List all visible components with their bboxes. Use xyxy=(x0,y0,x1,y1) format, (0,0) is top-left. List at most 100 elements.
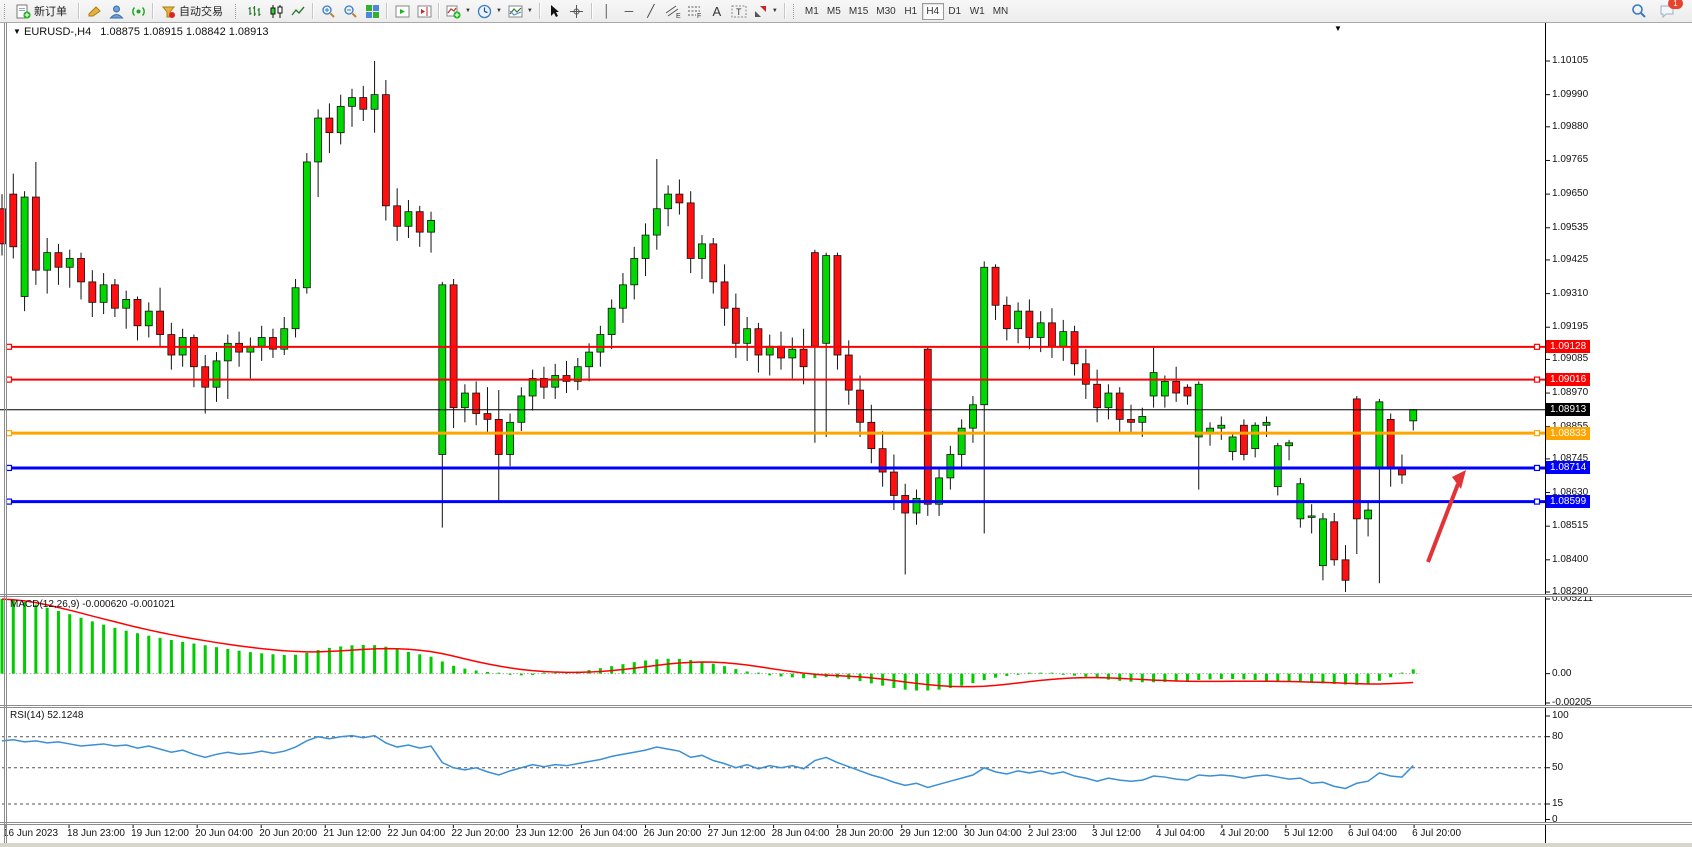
equidistant-channel-button[interactable]: E xyxy=(662,1,684,21)
timeframe-h1[interactable]: H1 xyxy=(900,3,922,20)
chart-shift-button[interactable] xyxy=(413,1,435,21)
styler-button[interactable] xyxy=(83,1,105,21)
text-button[interactable]: A xyxy=(706,1,728,21)
timeframe-mn[interactable]: MN xyxy=(989,3,1013,20)
timeframe-d1[interactable]: D1 xyxy=(944,3,966,20)
level-price-badge: 1.08599 xyxy=(1546,495,1590,508)
time-tick-label: 28 Jun 04:00 xyxy=(772,828,830,839)
pane-splitter-timeaxis[interactable] xyxy=(0,822,1692,825)
timeframe-m1[interactable]: M1 xyxy=(801,3,823,20)
auto-scroll-button[interactable] xyxy=(391,1,413,21)
candle-body xyxy=(665,194,672,209)
toolbar-grip[interactable] xyxy=(235,4,240,19)
line-chart-button[interactable] xyxy=(287,1,309,21)
chart-canvas[interactable] xyxy=(0,0,1692,847)
text-label-icon: T xyxy=(731,4,747,19)
candle-body xyxy=(1229,437,1236,452)
candle-body xyxy=(10,194,17,247)
macd-tick-label: 0.00 xyxy=(1552,668,1571,679)
auto-scroll-icon xyxy=(395,4,410,19)
pane-splitter-macd[interactable] xyxy=(0,594,1692,597)
candle-body xyxy=(55,253,62,268)
chart-window[interactable]: ▼ EURUSD-,H4 1.08875 1.08915 1.08842 1.0… xyxy=(0,0,1692,847)
timeframe-h4[interactable]: H4 xyxy=(922,3,944,20)
svg-text:E: E xyxy=(676,13,681,19)
price-tick-label: 1.09425 xyxy=(1552,254,1588,265)
price-tick-label: 1.09310 xyxy=(1552,288,1588,299)
candle-body xyxy=(484,414,491,420)
pane-splitter-rsi[interactable] xyxy=(0,705,1692,708)
community-button[interactable] xyxy=(105,1,127,21)
candle-body xyxy=(676,194,683,203)
candle-body xyxy=(845,355,852,390)
candle-body xyxy=(642,235,649,258)
autotrading-button[interactable]: 自动交易 xyxy=(157,1,231,21)
candle-body xyxy=(157,311,164,334)
timeframe-w1[interactable]: W1 xyxy=(966,3,989,20)
notifications-button[interactable]: 1 xyxy=(1656,1,1678,21)
vertical-line-button[interactable]: │ xyxy=(596,1,618,21)
toolbar-separator xyxy=(152,3,154,19)
candle-body xyxy=(168,335,175,355)
price-tick-label: 1.09535 xyxy=(1552,222,1588,233)
line-handle[interactable] xyxy=(1535,465,1540,470)
zoom-in-button[interactable] xyxy=(317,1,339,21)
candle-body xyxy=(461,393,468,408)
line-handle[interactable] xyxy=(1535,431,1540,436)
rsi-tick-label: 50 xyxy=(1552,762,1563,773)
candle-body xyxy=(1060,332,1067,347)
line-handle[interactable] xyxy=(7,499,12,504)
crosshair-button[interactable] xyxy=(566,1,588,21)
arrow-annotation[interactable] xyxy=(1428,484,1458,562)
periods-button[interactable]: ▼ xyxy=(474,1,505,21)
line-handle[interactable] xyxy=(7,377,12,382)
candle-body xyxy=(21,197,28,296)
macd-signal-line xyxy=(2,599,1413,687)
arrows-button[interactable]: ▼ xyxy=(750,1,781,21)
cursor-button[interactable] xyxy=(544,1,566,21)
line-handle[interactable] xyxy=(7,344,12,349)
candlestick-chart-button[interactable] xyxy=(265,1,287,21)
price-tick-label: 1.08970 xyxy=(1552,387,1588,398)
time-tick-label: 26 Jun 04:00 xyxy=(579,828,637,839)
templates-button[interactable]: ▼ xyxy=(505,1,536,21)
line-handle[interactable] xyxy=(1535,344,1540,349)
candle-body xyxy=(32,197,39,270)
line-handle[interactable] xyxy=(7,431,12,436)
timeframe-m15[interactable]: M15 xyxy=(845,3,872,20)
toolbar-grip[interactable] xyxy=(4,4,9,19)
candle-body xyxy=(337,106,344,132)
timeframe-m5[interactable]: M5 xyxy=(823,3,845,20)
candle-body xyxy=(1150,373,1157,396)
signals-button[interactable] xyxy=(127,1,149,21)
line-handle[interactable] xyxy=(1535,377,1540,382)
candle-body xyxy=(292,288,299,329)
timeframe-m30[interactable]: M30 xyxy=(872,3,899,20)
macd-indicator-label: MACD(12,26,9) -0.000620 -0.001021 xyxy=(10,599,175,610)
candle-body xyxy=(1331,522,1338,560)
new-order-button[interactable]: 新订单 xyxy=(12,1,75,21)
line-handle[interactable] xyxy=(7,465,12,470)
bar-chart-button[interactable] xyxy=(243,1,265,21)
zoom-out-button[interactable] xyxy=(339,1,361,21)
candle-body xyxy=(597,335,604,353)
line-handle[interactable] xyxy=(1535,499,1540,504)
indicators-button[interactable]: ▼ xyxy=(443,1,474,21)
symbol-label: EURUSD-,H4 xyxy=(24,26,91,38)
time-tick-label: 18 Jun 23:00 xyxy=(67,828,125,839)
trendline-button[interactable]: ╱ xyxy=(640,1,662,21)
autotrading-label: 自动交易 xyxy=(179,3,223,19)
horizontal-line-button[interactable]: ─ xyxy=(618,1,640,21)
candle-body xyxy=(111,285,118,308)
candle-body xyxy=(744,329,751,344)
search-button[interactable] xyxy=(1628,1,1650,21)
time-tick-label: 20 Jun 20:00 xyxy=(259,828,317,839)
time-tick-label: 4 Jul 04:00 xyxy=(1156,828,1205,839)
collapse-icon[interactable]: ▼ xyxy=(13,27,21,36)
fibonacci-button[interactable]: F xyxy=(684,1,706,21)
styler-icon xyxy=(87,4,102,19)
tile-windows-button[interactable] xyxy=(361,1,383,21)
toolbar-grip[interactable] xyxy=(793,4,798,19)
text-label-button[interactable]: T xyxy=(728,1,750,21)
candle-body xyxy=(428,220,435,232)
